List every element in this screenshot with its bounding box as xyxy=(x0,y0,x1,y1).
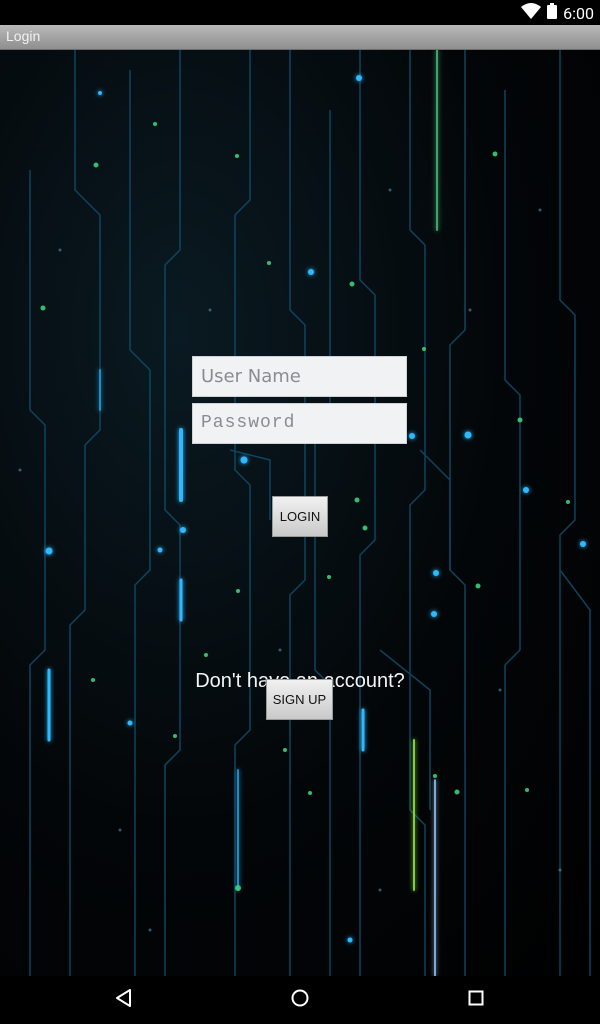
app-title: Login xyxy=(6,28,41,44)
recents-button[interactable] xyxy=(436,976,516,1024)
title-bar: Login xyxy=(0,25,600,50)
login-button[interactable]: LOGIN xyxy=(272,496,328,537)
wifi-icon xyxy=(521,3,542,24)
password-input[interactable]: Password xyxy=(192,403,407,444)
status-icons: 6:00 xyxy=(521,3,594,24)
login-screen: User Name Password LOGIN Don't have an a… xyxy=(0,50,600,976)
status-bar: 6:00 xyxy=(0,0,600,25)
recents-icon xyxy=(468,990,484,1011)
battery-icon xyxy=(547,3,558,24)
home-button[interactable] xyxy=(260,976,340,1024)
back-button[interactable] xyxy=(84,976,164,1024)
navigation-bar xyxy=(0,976,600,1024)
signup-button[interactable]: SIGN UP xyxy=(266,679,333,720)
status-time: 6:00 xyxy=(563,3,594,23)
username-input[interactable]: User Name xyxy=(192,356,407,397)
back-icon xyxy=(115,988,133,1012)
home-icon xyxy=(290,988,310,1013)
